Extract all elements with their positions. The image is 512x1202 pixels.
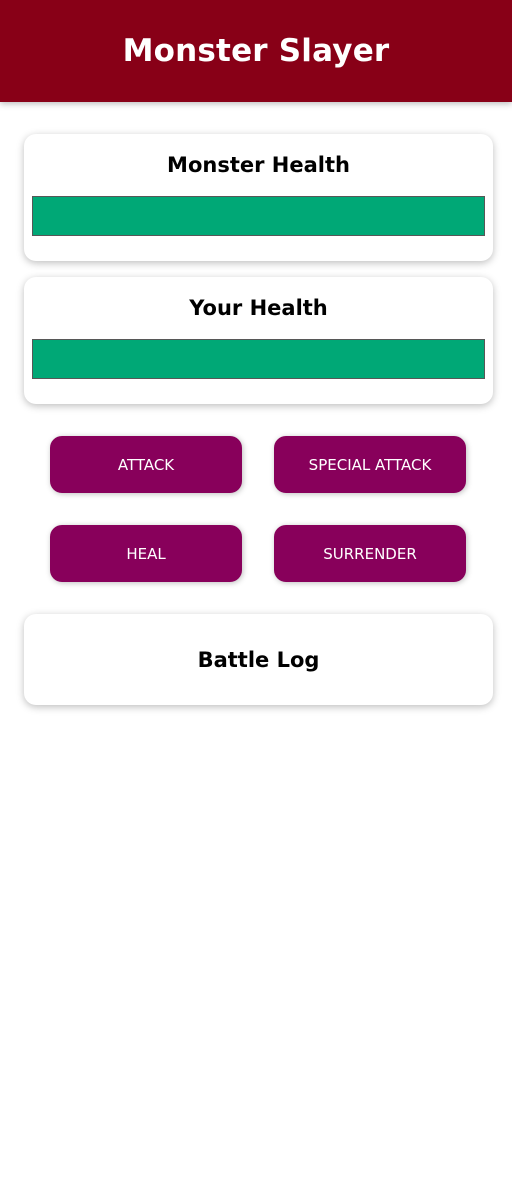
monster-health-bar [32,196,485,236]
surrender-button[interactable]: SURRENDER [274,525,466,582]
player-health-card: Your Health [24,277,493,404]
battle-log-card: Battle Log [24,614,493,705]
monster-health-bar-fill [33,197,484,235]
player-health-bar [32,339,485,379]
heal-button[interactable]: HEAL [50,525,242,582]
battle-log-heading: Battle Log [197,648,320,672]
page-title: Monster Slayer [122,33,390,69]
player-health-heading: Your Health [189,296,328,320]
attack-button[interactable]: ATTACK [50,436,242,493]
player-health-bar-fill [33,340,484,378]
special-attack-button[interactable]: SPECIAL ATTACK [274,436,466,493]
monster-health-heading: Monster Health [167,153,350,177]
app-header: Monster Slayer [0,0,512,102]
monster-health-card: Monster Health [24,134,493,261]
